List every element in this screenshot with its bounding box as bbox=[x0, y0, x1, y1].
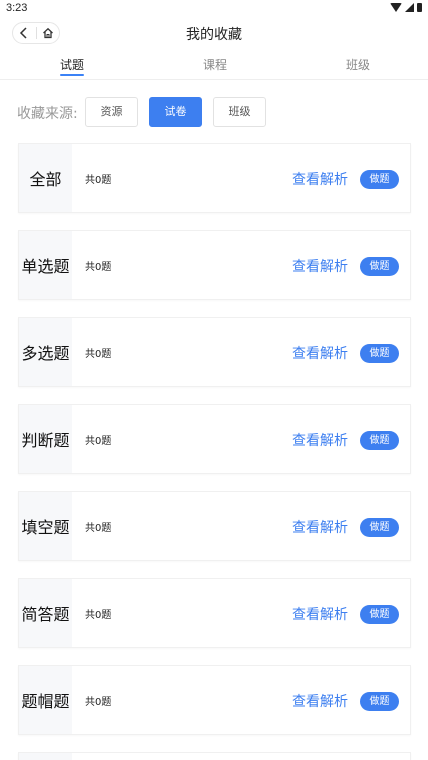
view-analysis-link[interactable]: 查看解析 bbox=[292, 256, 348, 276]
signal-icon bbox=[405, 3, 414, 12]
category-name: 全部 bbox=[19, 144, 72, 212]
page-title: 我的收藏 bbox=[186, 27, 242, 43]
view-analysis-link[interactable]: 查看解析 bbox=[292, 517, 348, 537]
status-icons bbox=[390, 3, 422, 12]
practice-button[interactable]: 做题 bbox=[360, 692, 399, 711]
wifi-icon bbox=[390, 3, 402, 12]
practice-button[interactable]: 做题 bbox=[360, 605, 399, 624]
filter-option-exam-papers[interactable]: 试卷 bbox=[149, 97, 202, 127]
list-item-partial bbox=[18, 752, 411, 760]
view-analysis-link[interactable]: 查看解析 bbox=[292, 343, 348, 363]
filter-label: 收藏来源: bbox=[17, 106, 78, 122]
list-item: 简答题 共0题 查看解析 做题 bbox=[18, 578, 411, 648]
list-item: 填空题 共0题 查看解析 做题 bbox=[18, 491, 411, 561]
question-count: 共0题 bbox=[85, 349, 112, 360]
battery-icon bbox=[417, 3, 422, 12]
view-analysis-link[interactable]: 查看解析 bbox=[292, 430, 348, 450]
practice-button[interactable]: 做题 bbox=[360, 344, 399, 363]
question-count: 共0题 bbox=[85, 697, 112, 708]
list-item: 单选题 共0题 查看解析 做题 bbox=[18, 230, 411, 300]
practice-button[interactable]: 做题 bbox=[360, 431, 399, 450]
active-tab-indicator bbox=[60, 74, 84, 76]
filter-option-classes[interactable]: 班级 bbox=[213, 97, 266, 127]
question-count: 共0题 bbox=[85, 262, 112, 273]
status-time: 3:23 bbox=[6, 2, 28, 14]
question-count: 共0题 bbox=[85, 436, 112, 447]
tab-bar: 试题 课程 班级 bbox=[0, 52, 428, 80]
tab-questions[interactable]: 试题 bbox=[37, 56, 107, 73]
list-item: 判断题 共0题 查看解析 做题 bbox=[18, 404, 411, 474]
practice-button[interactable]: 做题 bbox=[360, 257, 399, 276]
view-analysis-link[interactable]: 查看解析 bbox=[292, 169, 348, 189]
category-name: 多选题 bbox=[19, 318, 72, 386]
category-name: 简答题 bbox=[19, 579, 72, 647]
tab-courses[interactable]: 课程 bbox=[180, 56, 250, 73]
question-count: 共0题 bbox=[85, 523, 112, 534]
category-name: 填空题 bbox=[19, 492, 72, 560]
practice-button[interactable]: 做题 bbox=[360, 518, 399, 537]
view-analysis-link[interactable]: 查看解析 bbox=[292, 691, 348, 711]
list-item: 题帽题 共0题 查看解析 做题 bbox=[18, 665, 411, 735]
view-analysis-link[interactable]: 查看解析 bbox=[292, 604, 348, 624]
nav-bar: 我的收藏 bbox=[0, 20, 428, 46]
category-name: 单选题 bbox=[19, 231, 72, 299]
practice-button[interactable]: 做题 bbox=[360, 170, 399, 189]
list-item: 全部 共0题 查看解析 做题 bbox=[18, 143, 411, 213]
category-name: 题帽题 bbox=[19, 666, 72, 734]
filter-option-resources[interactable]: 资源 bbox=[85, 97, 138, 127]
question-count: 共0题 bbox=[85, 610, 112, 621]
question-count: 共0题 bbox=[85, 175, 112, 186]
tab-classes[interactable]: 班级 bbox=[323, 56, 393, 73]
category-name-placeholder bbox=[19, 753, 72, 760]
source-filter: 收藏来源: 资源 试卷 班级 bbox=[0, 96, 428, 128]
category-name: 判断题 bbox=[19, 405, 72, 473]
list-item: 多选题 共0题 查看解析 做题 bbox=[18, 317, 411, 387]
status-bar: 3:23 bbox=[0, 0, 428, 18]
